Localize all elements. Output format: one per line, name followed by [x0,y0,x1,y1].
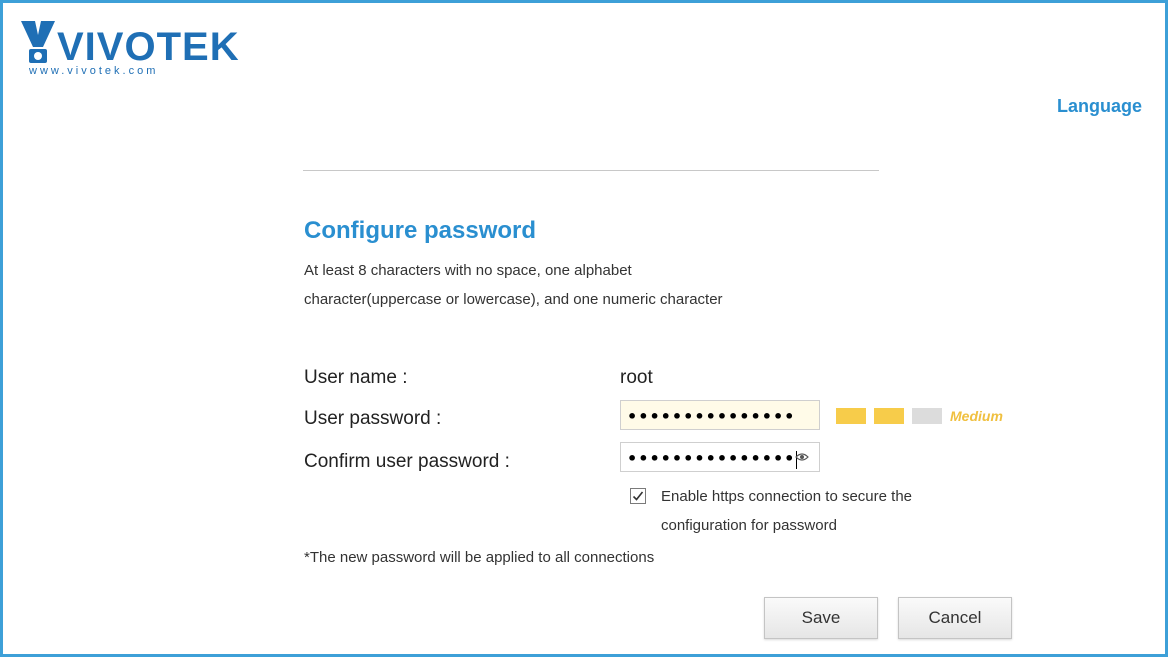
save-button[interactable]: Save [764,597,878,639]
https-checkbox-label: Enable https connection to secure the co… [661,488,913,534]
password-label: User password : [304,408,442,429]
brand-url: www.vivotek.com [29,65,159,77]
divider [303,170,879,171]
strength-segment-2 [874,408,904,424]
vivotek-logo: VIVOTEK www.vivotek.com [19,17,239,77]
page-frame: VIVOTEK www.vivotek.com Language Configu… [0,0,1168,657]
strength-segment-1 [836,408,866,424]
logo-mark-icon [21,21,55,63]
language-link[interactable]: Language [1057,96,1142,117]
confirm-password-field[interactable]: ••••••••••••••• [620,442,820,472]
username-label: User name : [304,367,408,388]
eye-icon[interactable] [795,450,809,464]
password-note: *The new password will be applied to all… [304,549,655,566]
brand-name: VIVOTEK [57,25,240,69]
https-checkbox[interactable] [630,488,646,504]
password-requirements: At least 8 characters with no space, one… [304,262,723,308]
confirm-password-value: ••••••••••••••• [627,449,796,468]
username-value: root [620,367,653,388]
strength-segment-3 [912,408,942,424]
page-title: Configure password [304,217,537,244]
cancel-button[interactable]: Cancel [898,597,1012,639]
confirm-password-label: Confirm user password : [304,451,510,472]
password-value: ••••••••••••••• [627,407,796,426]
check-icon [632,491,644,501]
password-field[interactable]: ••••••••••••••• [620,400,820,430]
strength-label: Medium [950,408,1003,424]
